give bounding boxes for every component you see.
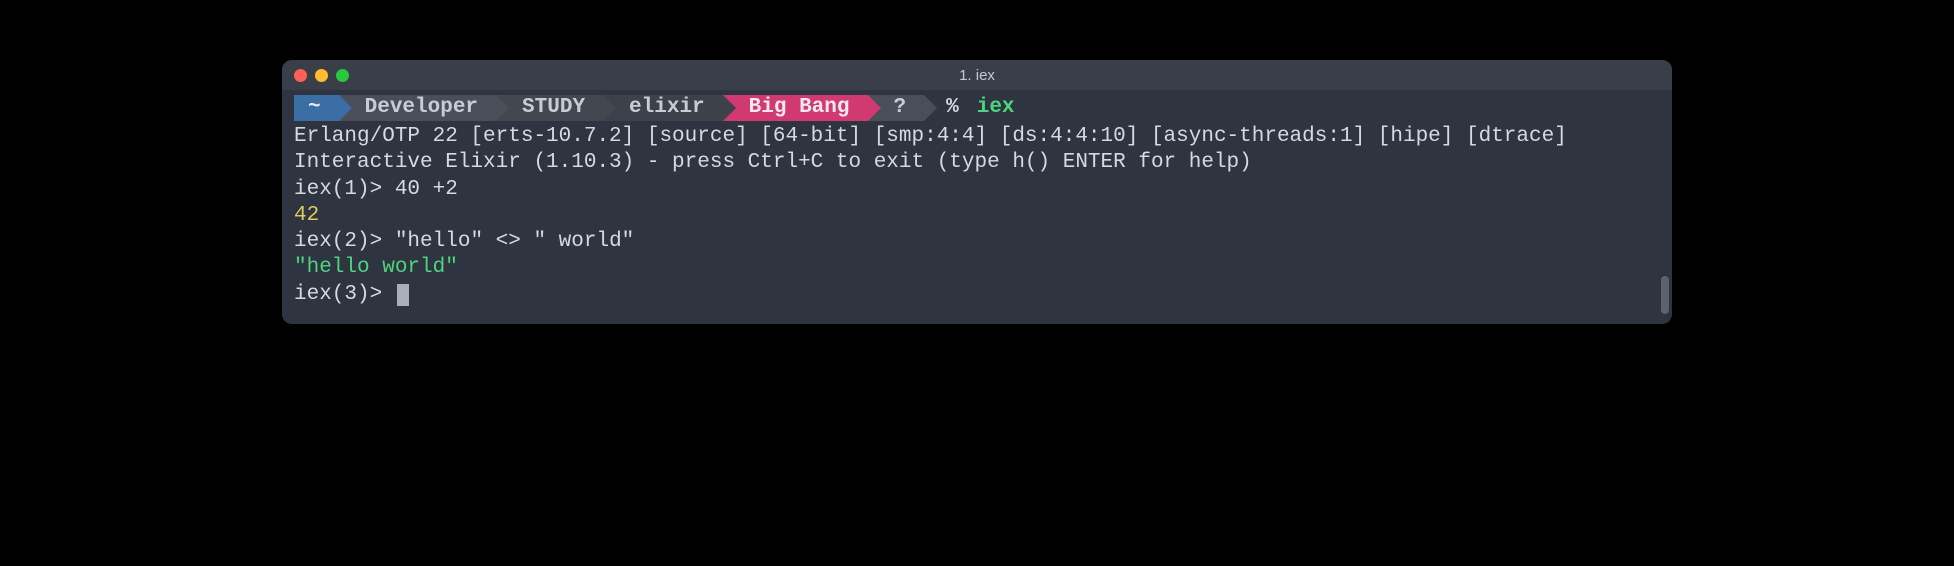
elixir-banner: Interactive Elixir (1.10.3) - press Ctrl… <box>294 150 1660 176</box>
repl-result: "hello world" <box>294 255 1660 281</box>
breadcrumb-segment: STUDY <box>496 95 603 121</box>
entered-command: iex <box>977 95 1015 121</box>
close-icon[interactable] <box>294 69 307 82</box>
prompt-breadcrumb: ~ Developer STUDY elixir Big Bang ? % ie… <box>294 94 1660 122</box>
breadcrumb-home: ~ <box>294 95 339 121</box>
breadcrumb-segment: Developer <box>339 95 496 121</box>
repl-prompt: iex(3)> <box>294 283 395 306</box>
repl-line: iex(1)> 40 +2 <box>294 177 1660 203</box>
prompt-tail: % iex <box>946 95 1014 121</box>
repl-prompt: iex(1)> <box>294 178 395 201</box>
repl-input: "hello" <> " world" <box>395 230 634 253</box>
minimize-icon[interactable] <box>315 69 328 82</box>
traffic-lights <box>294 69 349 82</box>
repl-result: 42 <box>294 203 1660 229</box>
breadcrumb-segment: elixir <box>603 95 723 121</box>
prompt-symbol: % <box>946 95 959 121</box>
repl-line: iex(3)> <box>294 282 1660 308</box>
git-branch: Big Bang <box>723 95 868 121</box>
repl-prompt: iex(2)> <box>294 230 395 253</box>
titlebar[interactable]: 1. iex <box>282 60 1672 90</box>
erlang-banner: Erlang/OTP 22 [erts-10.7.2] [source] [64… <box>294 124 1660 150</box>
repl-line: iex(2)> "hello" <> " world" <box>294 229 1660 255</box>
terminal-window: 1. iex ~ Developer STUDY elixir Big Bang… <box>282 60 1672 324</box>
cursor[interactable] <box>397 284 409 306</box>
terminal-body[interactable]: ~ Developer STUDY elixir Big Bang ? % ie… <box>282 90 1672 324</box>
window-title: 1. iex <box>959 67 995 84</box>
repl-input: 40 +2 <box>395 178 458 201</box>
scrollbar-thumb[interactable] <box>1661 276 1669 314</box>
maximize-icon[interactable] <box>336 69 349 82</box>
